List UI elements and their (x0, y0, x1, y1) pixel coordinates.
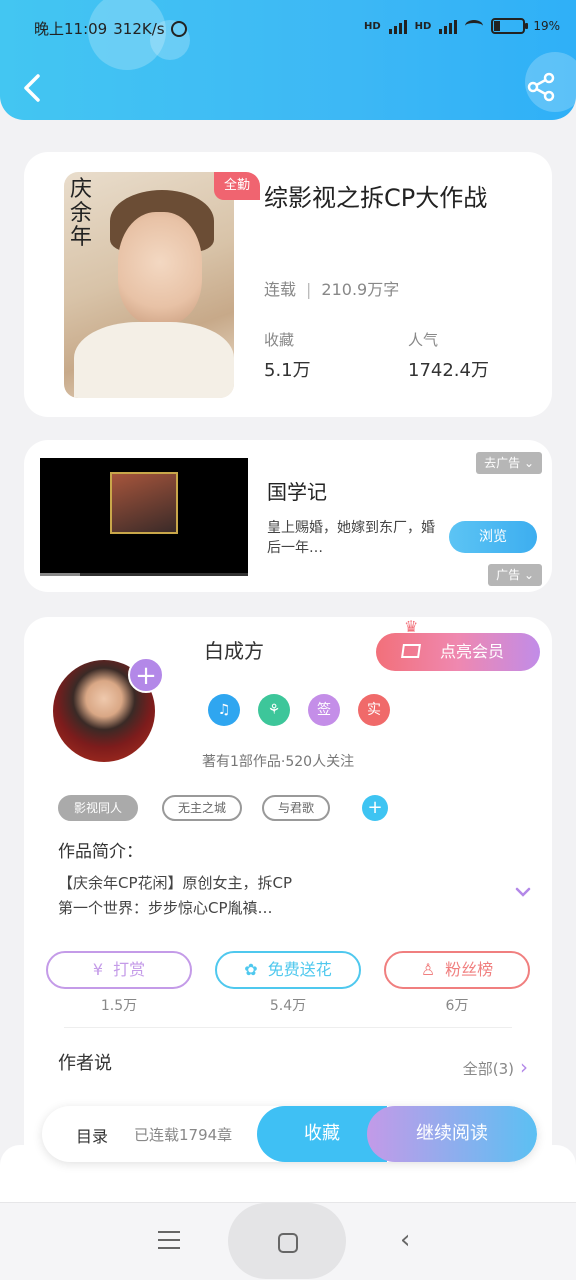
author-says-title: 作者说 (58, 1053, 112, 1074)
book-status: 连载 (264, 280, 297, 299)
flower-count: 5.4万 (269, 998, 307, 1014)
status-time: 晚上11:09 (34, 20, 108, 38)
tag-book[interactable]: 与君歌 (262, 795, 331, 821)
book-cover[interactable]: 庆余年 (64, 172, 234, 398)
book-info-card: 庆余年 全勤 综影视之拆CP大作战 连载 | 210.9万字 收藏 5.1万 人气 … (24, 152, 552, 417)
expand-chevron-icon[interactable] (514, 883, 532, 901)
intro-text[interactable]: 【庆余年CP花闲】原创女主，拆CP 第一个世界：步步惊心CP胤禛… (58, 871, 378, 921)
chapter-status: 已连载1794章 (134, 1126, 233, 1144)
intro-line: 第一个世界：步步惊心CP胤禛… (58, 899, 273, 917)
intro-title: 作品简介： (58, 842, 143, 862)
ad-title: 国学记 (267, 480, 327, 504)
remove-ad-label: 去广告 (484, 456, 521, 470)
nav-back-icon[interactable]: ‹ (400, 1225, 410, 1255)
book-title: 综影视之拆CP大作战 (264, 184, 488, 212)
diamond-icon (401, 644, 421, 658)
music-badge-icon[interactable]: ♫ (208, 694, 240, 726)
menu-icon[interactable] (158, 1231, 180, 1255)
status-bar: 晚上11:09 312K/s HD HD 19% (0, 14, 576, 44)
remove-ad-button[interactable]: 去广告 ⌄ (476, 452, 542, 474)
author-name: 白成方 (204, 639, 264, 663)
directory-button[interactable]: 目录 (76, 1123, 108, 1147)
wifi-icon (465, 20, 484, 32)
favorites-value: 5.1万 (264, 360, 311, 381)
book-word-count: 210.9万字 (321, 280, 400, 299)
share-button[interactable] (526, 72, 556, 102)
header: 晚上11:09 312K/s HD HD 19% (0, 0, 576, 120)
ad-label-tag[interactable]: 广告 ⌄ (488, 564, 542, 586)
vip-button[interactable]: 点亮会员 (376, 633, 540, 671)
fan-ranking-label: 粉丝榜 (445, 960, 494, 979)
send-flower-button[interactable]: ✿ 免费送花 (215, 951, 361, 989)
tip-count: 1.5万 (100, 998, 138, 1014)
signed-badge-icon[interactable]: 签 (308, 694, 340, 726)
popularity-label: 人气 (408, 331, 439, 349)
status-speed: 312K/s (113, 19, 165, 38)
hd-label: HD (363, 20, 381, 32)
favorites-label: 收藏 (264, 331, 295, 349)
alarm-icon (170, 20, 187, 37)
tag-fanfic[interactable]: 影视同人 (58, 795, 139, 821)
tip-label: 打赏 (113, 960, 146, 979)
fan-count: 6万 (445, 998, 469, 1014)
book-meta: 连载 | 210.9万字 (264, 280, 400, 299)
continue-reading-button[interactable]: 继续阅读 (367, 1106, 537, 1162)
full-attendance-badge: 全勤 (214, 172, 260, 200)
cover-calligraphy: 庆余年 (70, 177, 93, 250)
bottom-action-bar: 目录 已连载1794章 收藏 继续阅读 (42, 1106, 537, 1162)
back-arrow-icon (24, 74, 40, 102)
battery-percent: 19% (533, 19, 560, 33)
back-button[interactable] (18, 70, 48, 106)
home-icon[interactable] (278, 1233, 298, 1253)
ad-card[interactable]: 国学记 皇上赐婚，她嫁到东厂，婚后一年… 浏览 去广告 ⌄ 广告 ⌄ (24, 440, 552, 592)
add-tag-button[interactable]: + (362, 795, 388, 821)
ad-video[interactable] (40, 458, 248, 576)
send-flower-label: 免费送花 (267, 960, 332, 979)
tag-book[interactable]: 无主之城 (162, 795, 243, 821)
flower-icon: ✿ (244, 960, 258, 979)
author-says-all-link[interactable]: 全部(3) › (463, 1055, 528, 1079)
popularity-value: 1742.4万 (408, 360, 489, 381)
tip-button[interactable]: ¥ 打赏 (46, 951, 192, 989)
ad-label: 广告 (496, 568, 521, 582)
verified-badge-icon[interactable]: 实 (358, 694, 390, 726)
fan-ranking-button[interactable]: ♙ 粉丝榜 (384, 951, 530, 989)
vip-button-label: 点亮会员 (440, 642, 505, 661)
hd-label: HD (414, 20, 432, 32)
chevron-right-icon: › (520, 1055, 528, 1079)
follow-author-button[interactable]: + (128, 657, 164, 693)
signal-icon (439, 18, 458, 34)
system-nav-bar: ‹ (0, 1202, 576, 1280)
signal-icon (388, 18, 407, 34)
yen-icon: ¥ (92, 960, 104, 979)
all-label: 全部(3) (462, 1060, 514, 1078)
ad-description: 皇上赐婚，她嫁到东厂，婚后一年… (267, 520, 435, 556)
person-icon: ♙ (420, 960, 436, 979)
flower-badge-icon[interactable]: ⚘ (258, 694, 290, 726)
share-icon (527, 72, 555, 102)
battery-icon (491, 18, 529, 34)
author-stats: 著有1部作品·520人关注 (202, 754, 355, 770)
divider (64, 1027, 512, 1028)
ad-browse-button[interactable]: 浏览 (449, 521, 537, 553)
intro-line: 【庆余年CP花闲】原创女主，拆CP (58, 874, 293, 892)
